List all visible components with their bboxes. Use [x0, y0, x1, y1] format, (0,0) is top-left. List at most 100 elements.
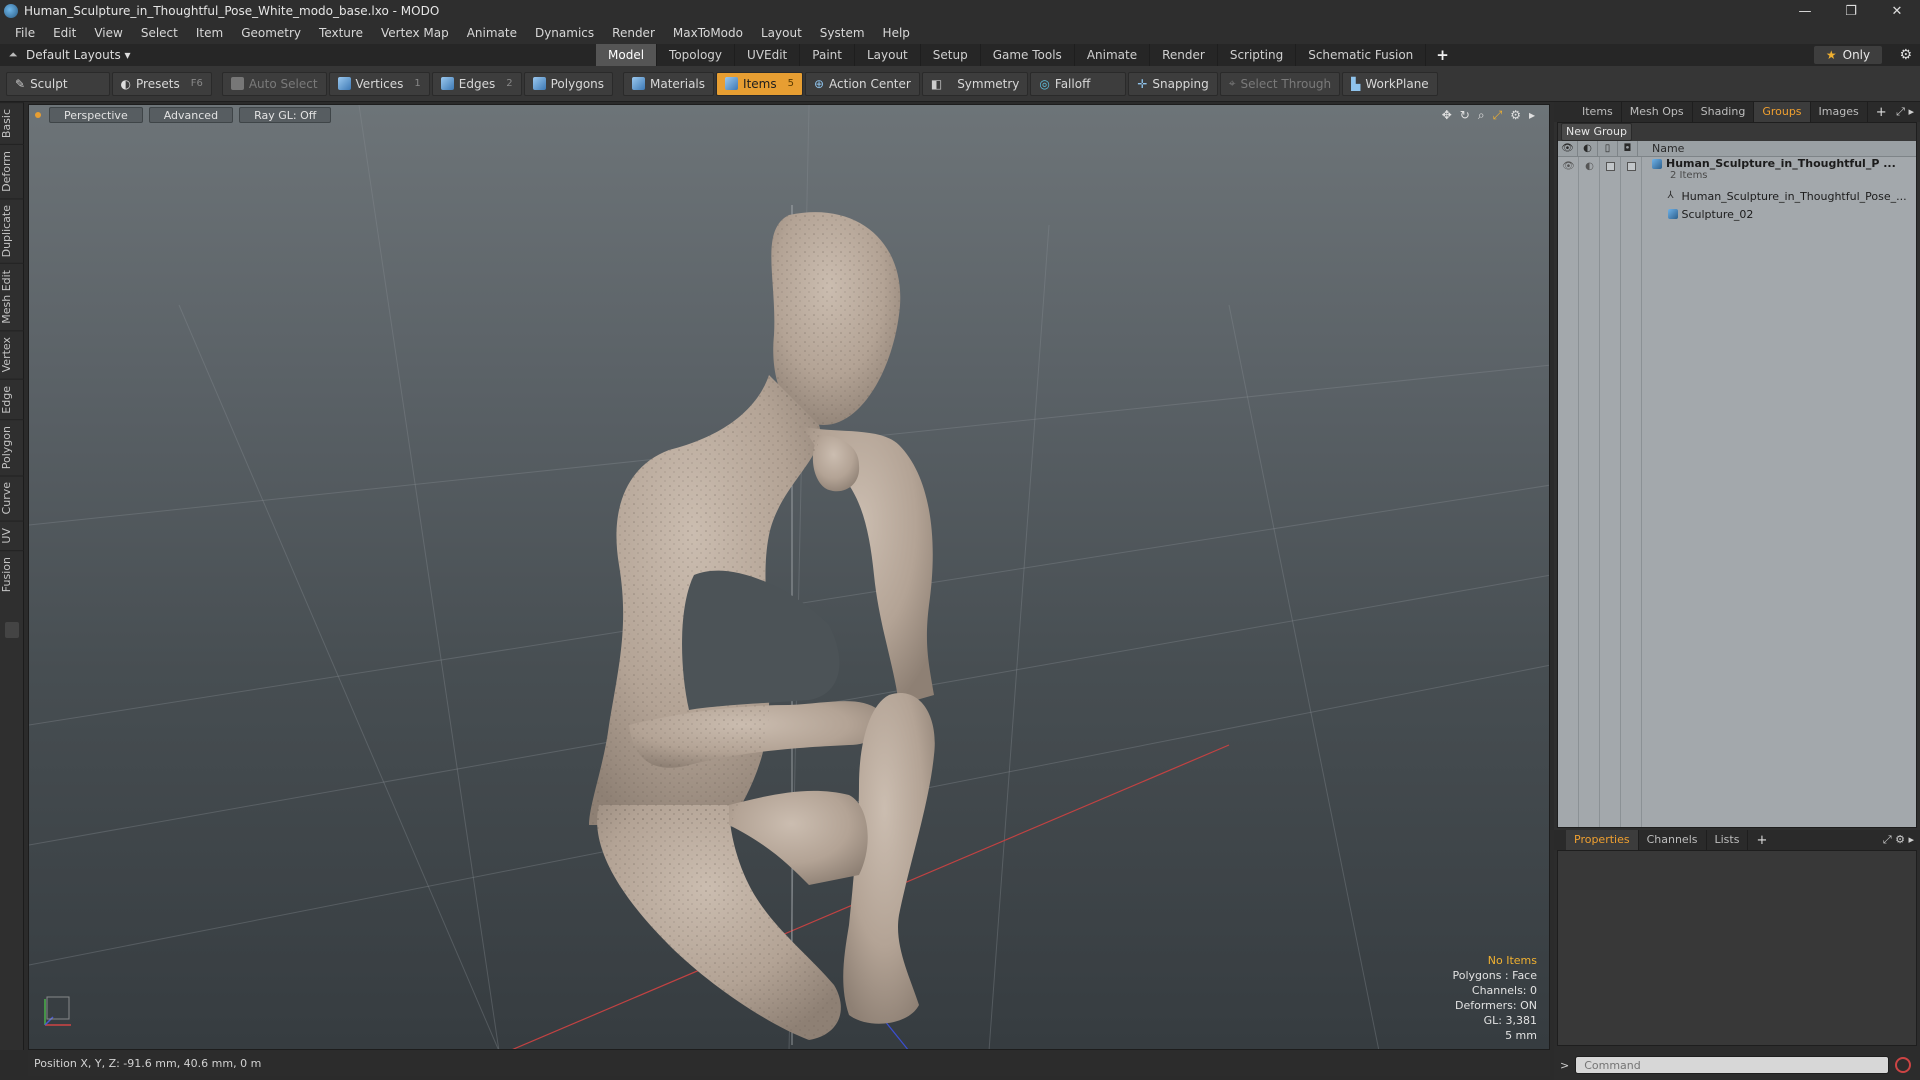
menu-maxtomodo[interactable]: MaxToModo	[664, 22, 752, 44]
tab-lists[interactable]: Lists	[1707, 830, 1749, 850]
tab-items[interactable]: Items	[1574, 102, 1622, 122]
tab-channels[interactable]: Channels	[1639, 830, 1707, 850]
lower-panel-expand-icon[interactable]: ⤢ ⚙ ▸	[1883, 833, 1914, 847]
menu-render[interactable]: Render	[603, 22, 664, 44]
layout-dropdown[interactable]: Default Layouts ▾	[26, 48, 596, 62]
menu-edit[interactable]: Edit	[44, 22, 85, 44]
group-row[interactable]: 👁 ◐ Human_Sculpture_in_Thoughtful_P ... …	[1558, 157, 1916, 181]
child-item-name: Sculpture_02	[1681, 207, 1754, 221]
menu-vertex-map[interactable]: Vertex Map	[372, 22, 458, 44]
tab-basic[interactable]: Basic	[0, 102, 24, 145]
command-history-icon[interactable]	[1895, 1057, 1912, 1073]
fit-icon[interactable]: ⤢	[1493, 108, 1503, 123]
auto-select-button[interactable]: Auto Select	[221, 71, 327, 96]
menu-dynamics[interactable]: Dynamics	[526, 22, 603, 44]
tab-schematic-fusion[interactable]: Schematic Fusion	[1296, 44, 1427, 66]
menu-layout[interactable]: Layout	[752, 22, 811, 44]
3d-viewport[interactable]: Perspective Advanced Ray GL: Off ✥ ↻ ⌕ ⤢…	[28, 104, 1550, 1050]
select-through-button[interactable]: ⌖ Select Through	[1219, 71, 1341, 96]
minimize-button[interactable]: —	[1782, 0, 1828, 22]
strip-toggle-button[interactable]	[5, 622, 19, 638]
layout-menu-icon[interactable]: ⏶	[0, 48, 26, 62]
list-item[interactable]: ⅄ Human_Sculpture_in_Thoughtful_Pose_...	[1558, 187, 1916, 205]
lock-column-icon[interactable]: ▯	[1598, 140, 1618, 157]
select-checkbox[interactable]	[1627, 161, 1636, 171]
sculpt-button[interactable]: ✎ Sculpt	[6, 71, 110, 96]
workplane-button[interactable]: ▙ WorkPlane	[1342, 71, 1438, 96]
symmetry-button[interactable]: ◧ Symmetry	[921, 71, 1029, 96]
tab-properties[interactable]: Properties	[1566, 830, 1639, 850]
render-toggle-icon[interactable]: ◐	[1579, 157, 1600, 175]
tab-fusion[interactable]: Fusion	[0, 549, 24, 598]
close-button[interactable]: ✕	[1874, 0, 1920, 22]
tab-animate[interactable]: Animate	[1075, 44, 1151, 66]
eye-icon[interactable]: 👁	[1558, 157, 1579, 175]
viewport-gear-icon[interactable]: ⚙	[1510, 108, 1521, 123]
menu-geometry[interactable]: Geometry	[232, 22, 310, 44]
tab-model[interactable]: Model	[596, 44, 658, 66]
presets-button[interactable]: ◐ Presets F6	[111, 71, 212, 96]
tab-shading[interactable]: Shading	[1693, 102, 1755, 122]
select-column-icon[interactable]: ◘	[1618, 140, 1638, 157]
tab-polygon[interactable]: Polygon	[0, 419, 24, 476]
tab-mesh-ops[interactable]: Mesh Ops	[1622, 102, 1693, 122]
add-layout-tab-button[interactable]: +	[1426, 46, 1459, 64]
snapping-label: Snapping	[1152, 76, 1209, 91]
tab-deform[interactable]: Deform	[0, 144, 24, 199]
tab-duplicate[interactable]: Duplicate	[0, 198, 24, 264]
menu-view[interactable]: View	[85, 22, 131, 44]
tab-edge[interactable]: Edge	[0, 378, 24, 420]
render-column-icon[interactable]: ◐	[1578, 140, 1598, 157]
edges-shortcut: 2	[506, 78, 513, 89]
tab-layout[interactable]: Layout	[855, 44, 921, 66]
tab-vertex[interactable]: Vertex	[0, 330, 24, 379]
advanced-dropdown[interactable]: Advanced	[148, 107, 234, 123]
lock-checkbox[interactable]	[1606, 161, 1615, 171]
new-group-button[interactable]: New Group	[1561, 123, 1632, 141]
menu-item[interactable]: Item	[187, 22, 232, 44]
tab-paint[interactable]: Paint	[800, 44, 855, 66]
tab-setup[interactable]: Setup	[921, 44, 981, 66]
falloff-button[interactable]: ◎ Falloff	[1030, 71, 1127, 96]
raygl-dropdown[interactable]: Ray GL: Off	[239, 107, 332, 123]
tab-uvedit[interactable]: UVEdit	[735, 44, 801, 66]
symmetry-label: Symmetry	[957, 76, 1020, 91]
menu-system[interactable]: System	[811, 22, 874, 44]
list-item[interactable]: Sculpture_02	[1558, 205, 1916, 223]
add-lower-tab-button[interactable]: +	[1748, 833, 1775, 848]
menu-file[interactable]: File	[6, 22, 44, 44]
snapping-button[interactable]: ✛ Snapping	[1128, 71, 1218, 96]
menu-animate[interactable]: Animate	[458, 22, 526, 44]
command-input[interactable]	[1575, 1056, 1890, 1074]
tab-render[interactable]: Render	[1150, 44, 1218, 66]
items-button[interactable]: Items 5	[716, 71, 803, 96]
gear-icon[interactable]: ⚙	[1899, 47, 1912, 63]
pan-icon[interactable]: ✥	[1442, 108, 1452, 123]
tab-groups[interactable]: Groups	[1754, 102, 1811, 122]
zoom-icon[interactable]: ⌕	[1478, 108, 1485, 123]
tab-uv[interactable]: UV	[0, 520, 24, 550]
menu-help[interactable]: Help	[874, 22, 919, 44]
materials-button[interactable]: Materials	[623, 71, 715, 96]
tab-images[interactable]: Images	[1811, 102, 1868, 122]
action-center-button[interactable]: ⊕ Action Center	[804, 71, 920, 96]
vertices-button[interactable]: Vertices 1	[328, 71, 430, 96]
menu-select[interactable]: Select	[132, 22, 187, 44]
panel-expand-icon[interactable]: ⤢ ▸	[1896, 105, 1914, 119]
visibility-column-icon[interactable]: 👁	[1558, 140, 1578, 157]
add-panel-tab-button[interactable]: +	[1868, 105, 1895, 120]
edges-button[interactable]: Edges 2	[431, 71, 522, 96]
viewport-expand-icon[interactable]: ▸	[1529, 108, 1535, 123]
tab-curve[interactable]: Curve	[0, 475, 24, 521]
only-toggle-button[interactable]: ★ Only	[1814, 46, 1882, 64]
polygons-button[interactable]: Polygons	[523, 71, 614, 96]
maximize-button[interactable]: ❐	[1828, 0, 1874, 22]
rotate-icon[interactable]: ↻	[1460, 108, 1470, 123]
perspective-dropdown[interactable]: Perspective	[49, 107, 143, 123]
menu-texture[interactable]: Texture	[310, 22, 372, 44]
tab-scripting[interactable]: Scripting	[1218, 44, 1297, 66]
name-column-header[interactable]: Name	[1638, 141, 1916, 157]
tab-topology[interactable]: Topology	[657, 44, 736, 66]
tab-game-tools[interactable]: Game Tools	[981, 44, 1075, 66]
tab-mesh-edit[interactable]: Mesh Edit	[0, 263, 24, 331]
